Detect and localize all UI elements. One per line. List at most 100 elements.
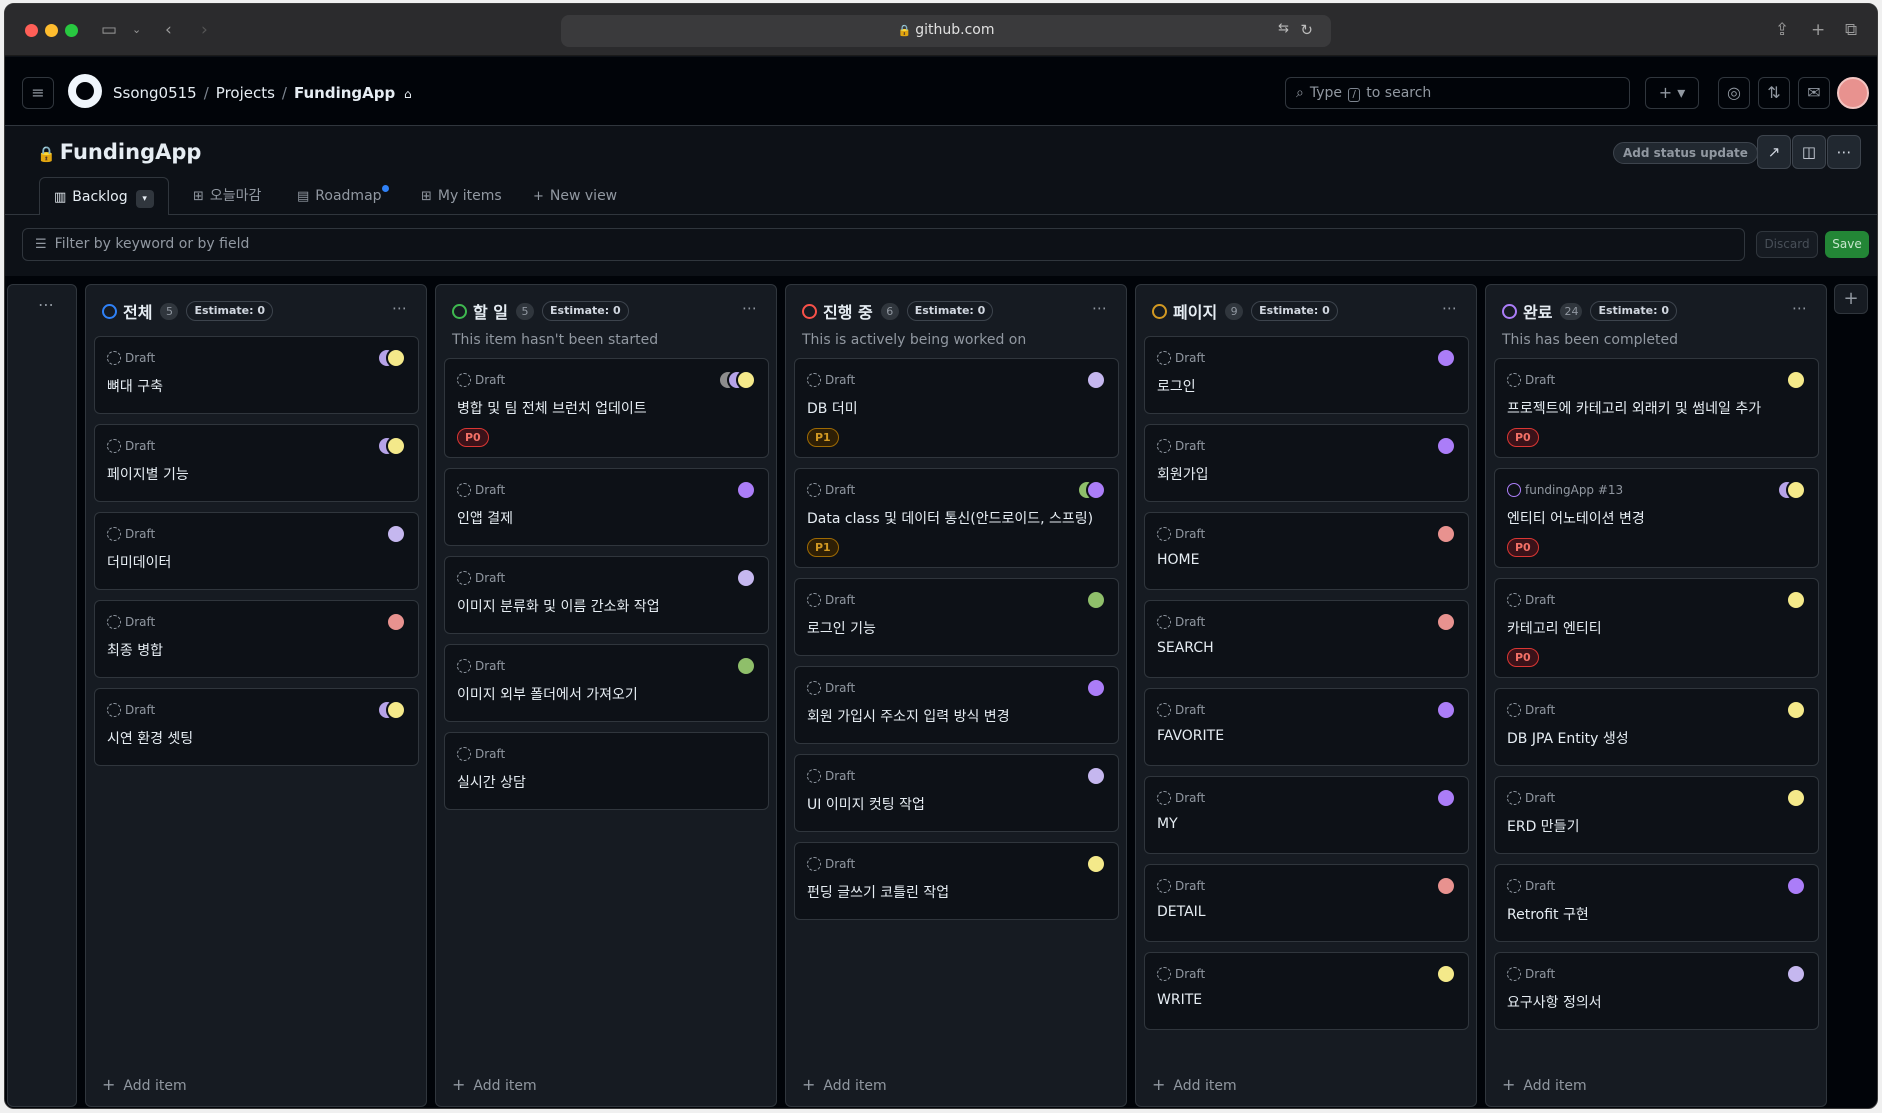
list-item[interactable]: Draft 회원가입 (1144, 424, 1469, 502)
avatar[interactable] (1786, 964, 1806, 984)
list-item[interactable]: Draft 로그인 기능 (794, 578, 1119, 656)
new-view-button[interactable]: + New view (533, 177, 617, 215)
avatar[interactable] (1436, 612, 1456, 632)
card-title[interactable]: MY (1157, 816, 1178, 832)
avatar[interactable] (1786, 876, 1806, 896)
card-title[interactable]: ERD 만들기 (1507, 816, 1579, 836)
card-title[interactable]: 인앱 결제 (457, 508, 513, 528)
user-avatar[interactable] (1837, 77, 1869, 109)
avatar[interactable] (1436, 876, 1456, 896)
list-item[interactable]: Draft 요구사항 정의서 (1494, 952, 1819, 1030)
list-item[interactable]: Draft Retrofit 구현 (1494, 864, 1819, 942)
list-item[interactable]: Draft ERD 만들기 (1494, 776, 1819, 854)
list-item[interactable]: Draft FAVORITE (1144, 688, 1469, 766)
list-item[interactable]: Draft 시연 환경 셋팅 (94, 688, 419, 766)
list-item[interactable]: Draft 최종 병합 (94, 600, 419, 678)
column-menu-icon[interactable]: ⋯ (742, 299, 758, 317)
column-menu-icon[interactable]: ⋯ (392, 299, 408, 317)
filter-input[interactable]: ☰ Filter by keyword or by field (22, 228, 1745, 261)
card-title[interactable]: 더미데이터 (107, 552, 171, 572)
list-item[interactable]: Draft 뼈대 구축 (94, 336, 419, 414)
minimize-window-button[interactable] (45, 24, 58, 37)
tab-backlog[interactable]: ▥ Backlog ▾ (39, 177, 169, 215)
issues-icon[interactable]: ◎ (1718, 77, 1750, 109)
close-window-button[interactable] (25, 24, 38, 37)
list-item[interactable]: Draft Data class 및 데이터 통신(안드로이드, 스프링) P1 (794, 468, 1119, 568)
list-item[interactable]: fundingApp #13 엔티티 어노테이션 변경 P0 (1494, 468, 1819, 568)
avatar[interactable] (1086, 590, 1106, 610)
add-item-button[interactable]: + Add item (452, 1075, 537, 1094)
card-title[interactable]: DETAIL (1157, 904, 1206, 920)
menu-icon[interactable]: ≡ (22, 77, 54, 109)
zoom-window-button[interactable] (65, 24, 78, 37)
avatar[interactable] (1436, 348, 1456, 368)
address-bar[interactable]: 🔒 github.com ⇆ ↻ (561, 15, 1331, 47)
discard-button[interactable]: Discard (1756, 231, 1818, 258)
card-title[interactable]: FAVORITE (1157, 728, 1224, 744)
avatar[interactable] (1786, 480, 1806, 500)
pull-requests-icon[interactable]: ⇅ (1758, 77, 1790, 109)
list-item[interactable]: Draft 인앱 결제 (444, 468, 769, 546)
list-item[interactable]: Draft DB 더미 P1 (794, 358, 1119, 458)
list-item[interactable]: Draft 실시간 상담 (444, 732, 769, 810)
breadcrumb-owner[interactable]: Ssong0515 (113, 84, 197, 102)
card-title[interactable]: SEARCH (1157, 640, 1214, 656)
list-item[interactable]: Draft 페이지별 기능 (94, 424, 419, 502)
search-input[interactable]: ⌕ Type / to search (1285, 77, 1630, 109)
card-title[interactable]: 로그인 기능 (807, 618, 876, 638)
card-title[interactable]: DB JPA Entity 생성 (1507, 728, 1629, 748)
translate-icon[interactable]: ⇆ (1278, 21, 1289, 36)
back-icon[interactable]: ‹ (165, 18, 172, 42)
avatar[interactable] (1786, 370, 1806, 390)
avatar[interactable] (736, 656, 756, 676)
list-item[interactable]: Draft SEARCH (1144, 600, 1469, 678)
card-title[interactable]: 카테고리 엔티티 (1507, 618, 1602, 638)
share-icon[interactable]: ⇪ (1775, 18, 1789, 42)
avatar[interactable] (1436, 788, 1456, 808)
column-menu-icon[interactable]: ⋯ (1442, 299, 1458, 317)
card-title[interactable]: 회원가입 (1157, 464, 1209, 484)
avatar[interactable] (386, 700, 406, 720)
card-title[interactable]: 로그인 (1157, 376, 1196, 396)
tab-overview-icon[interactable]: ⧉ (1845, 18, 1857, 42)
card-title[interactable]: 최종 병합 (107, 640, 163, 660)
avatar[interactable] (1086, 370, 1106, 390)
avatar[interactable] (1786, 590, 1806, 610)
inbox-icon[interactable]: ✉ (1798, 77, 1830, 109)
avatar[interactable] (1436, 964, 1456, 984)
card-title[interactable]: 회원 가입시 주소지 입력 방식 변경 (807, 706, 1010, 726)
add-item-button[interactable]: + Add item (102, 1075, 187, 1094)
avatar[interactable] (1086, 854, 1106, 874)
chevron-down-icon[interactable]: ▾ (135, 190, 154, 208)
card-title[interactable]: 실시간 상담 (457, 772, 526, 792)
list-item[interactable]: Draft 로그인 (1144, 336, 1469, 414)
card-title[interactable]: 페이지별 기능 (107, 464, 189, 484)
list-item[interactable]: Draft 이미지 외부 폴더에서 가져오기 (444, 644, 769, 722)
avatar[interactable] (1436, 436, 1456, 456)
more-icon[interactable]: ⋯ (38, 295, 55, 314)
avatar[interactable] (1436, 524, 1456, 544)
github-logo-icon[interactable] (68, 74, 102, 108)
save-button[interactable]: Save (1825, 231, 1869, 258)
card-title[interactable]: Data class 및 데이터 통신(안드로이드, 스프링) (807, 508, 1093, 528)
card-title[interactable]: 펀딩 글쓰기 코틀린 작업 (807, 882, 949, 902)
list-item[interactable]: Draft HOME (1144, 512, 1469, 590)
reload-icon[interactable]: ↻ (1300, 21, 1313, 39)
create-new-button[interactable]: + ▾ (1645, 77, 1699, 109)
avatar[interactable] (386, 436, 406, 456)
card-title[interactable]: 병합 및 팀 전체 브런치 업데이트 (457, 398, 647, 418)
avatar[interactable] (1086, 766, 1106, 786)
card-title[interactable]: UI 이미지 컷팅 작업 (807, 794, 925, 814)
insights-icon[interactable]: ↗ (1757, 135, 1791, 169)
list-item[interactable]: Draft 카테고리 엔티티 P0 (1494, 578, 1819, 678)
card-title[interactable]: HOME (1157, 552, 1199, 568)
forward-icon[interactable]: › (201, 18, 208, 42)
avatar[interactable] (1086, 480, 1106, 500)
list-item[interactable]: Draft UI 이미지 컷팅 작업 (794, 754, 1119, 832)
side-panel-icon[interactable]: ◫ (1792, 135, 1826, 169)
card-title[interactable]: 엔티티 어노테이션 변경 (1507, 508, 1645, 528)
list-item[interactable]: Draft 회원 가입시 주소지 입력 방식 변경 (794, 666, 1119, 744)
card-title[interactable]: 프로젝트에 카테고리 외래키 및 썸네일 추가 (1507, 398, 1761, 418)
add-column-button[interactable]: + (1834, 284, 1868, 314)
list-item[interactable]: Draft 병합 및 팀 전체 브런치 업데이트 P0 (444, 358, 769, 458)
